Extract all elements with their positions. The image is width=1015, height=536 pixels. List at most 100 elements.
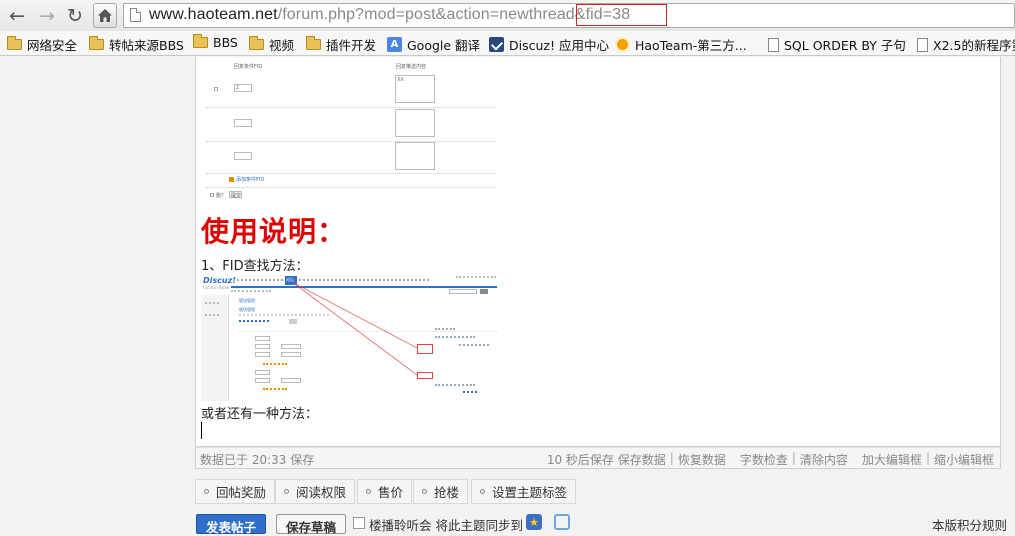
row3-fid-box [234, 152, 252, 160]
discuz-icon [489, 37, 504, 52]
autosave-countdown: 10 秒后保存 [546, 453, 614, 467]
row2-fid-box [234, 119, 252, 127]
set-tags-button[interactable]: 设置主题标签 [471, 479, 577, 504]
price-button[interactable]: 售价 [357, 479, 413, 504]
bookmark-label: BBS [213, 35, 238, 50]
divider [206, 173, 496, 174]
url-host: www.haoteam.net [149, 6, 278, 23]
saved-status: 数据已于 20:33 保存 [200, 453, 315, 467]
col2-header: 回复推送内容 [396, 64, 427, 70]
option-label: 回帖奖励 [216, 485, 267, 500]
bookmark-label: SQL ORDER BY 子句 [784, 38, 906, 53]
bookmark-item[interactable]: X2.5的新程序第 [917, 35, 1015, 54]
submit-mini-button: 提交 [229, 191, 242, 199]
bookmarks-bar: 网络安全 转帖来源BBS BBS 视频 插件开发 A Google 翻译 Disc… [0, 31, 1015, 56]
embedded-screenshot-admin: Discuz! Control Panel 论坛 版块管理 版块管理 [201, 274, 499, 401]
folder-icon [249, 36, 264, 50]
clear-content-link[interactable]: 清除内容 [800, 451, 848, 468]
bookmark-item[interactable]: 视频 [249, 35, 294, 54]
bookmark-item[interactable]: 网络安全 [7, 35, 77, 54]
usage-heading: 使用说明： [201, 215, 347, 248]
bookmark-label: Google 翻译 [407, 38, 481, 53]
bookmark-label: X2.5的新程序第 [933, 38, 1015, 53]
bookmark-item[interactable]: A Google 翻译 [387, 35, 480, 54]
forum-credit-rules-link[interactable]: 本版积分规则 [932, 515, 1007, 534]
shrink-editor-link[interactable]: 缩小编辑框 [934, 451, 994, 468]
home-icon [98, 9, 112, 22]
share-icon[interactable] [554, 514, 570, 530]
bookmark-label: 插件开发 [326, 38, 377, 53]
back-arrow-icon[interactable]: ← [6, 5, 28, 27]
divider [206, 141, 496, 142]
delete-checkbox [210, 193, 214, 197]
bookmark-item[interactable]: BBS [193, 34, 238, 50]
url-text[interactable]: www.haoteam.net/forum.php?mod=post&actio… [149, 6, 630, 24]
bookmark-label: HaoTeam-第三方... [635, 38, 747, 53]
divider [206, 187, 496, 188]
post-editor[interactable]: 回复条件FID 回复推送内容 2 XX 添加条件FID 删? 提交 使用说明： … [195, 57, 1001, 447]
star-icon[interactable]: ★ [526, 514, 542, 530]
enlarge-editor-link[interactable]: 加大编辑框 [862, 451, 922, 468]
row1-textarea: XX [395, 75, 435, 103]
bookmark-item[interactable]: HaoTeam-第三方... [615, 35, 747, 54]
submit-mini-label: 提交 [231, 193, 242, 199]
word-check-link[interactable]: 字数检查 [740, 451, 788, 468]
bookmark-label: Discuz! 应用中心 [509, 38, 609, 53]
footer-link [463, 391, 477, 393]
col1-header: 回复条件FID [234, 64, 263, 70]
sync-checkbox[interactable] [353, 517, 365, 529]
divider [206, 107, 496, 108]
row1-checkbox [214, 87, 218, 91]
add-icon [229, 177, 234, 182]
option-dot-icon [204, 489, 209, 494]
page-icon [768, 37, 779, 52]
row2-textarea [395, 109, 435, 137]
floor-grab-button[interactable]: 抢楼 [413, 479, 469, 504]
bookmark-item[interactable]: 插件开发 [306, 35, 376, 54]
bookmark-item[interactable]: Discuz! 应用中心 [489, 35, 609, 54]
post-thread-button[interactable]: 发表帖子 [196, 514, 266, 535]
folder-icon [306, 36, 321, 50]
step-fid-lookup: 1、FID查找方法： [201, 259, 309, 274]
option-dot-icon [480, 489, 485, 494]
page-icon [917, 37, 928, 52]
text-caret [201, 422, 202, 439]
folder-icon [193, 34, 208, 48]
option-label: 阅读权限 [296, 485, 347, 500]
sync-checkbox-label: 楼播聆听会 将此主题同步到 [369, 518, 523, 533]
save-data-link[interactable]: 保存数据 [618, 451, 666, 468]
browser-toolbar: ← → ↻ www.haoteam.net/forum.php?mod=post… [0, 0, 1015, 31]
folder-icon [7, 36, 22, 50]
haoteam-icon [615, 37, 630, 52]
row3-textarea [395, 142, 435, 170]
option-label: 设置主题标签 [492, 485, 568, 500]
option-label: 售价 [378, 485, 404, 500]
page-content: 回复条件FID 回复推送内容 2 XX 添加条件FID 删? 提交 使用说明： … [0, 57, 1015, 535]
bookmark-item[interactable]: SQL ORDER BY 子句 [768, 35, 906, 54]
row1-textarea-value: XX [397, 77, 404, 83]
bookmark-label: 视频 [269, 38, 295, 53]
bookmark-label: 网络安全 [27, 38, 78, 53]
bookmark-label: 转帖来源BBS [109, 38, 184, 53]
bookmark-item[interactable]: 转帖来源BBS [89, 35, 184, 54]
row1-fid-value: 2 [236, 85, 240, 91]
fid-pointer-arrows [291, 281, 418, 376]
home-button[interactable] [93, 3, 117, 28]
save-draft-button[interactable]: 保存草稿 [276, 514, 346, 535]
add-condition-link: 添加条件FID [236, 177, 265, 183]
reload-icon[interactable]: ↻ [64, 5, 86, 27]
option-dot-icon [366, 489, 371, 494]
option-label: 抢楼 [434, 485, 460, 500]
forward-arrow-icon[interactable]: → [36, 5, 58, 27]
restore-data-link[interactable]: 恢复数据 [678, 451, 726, 468]
page-icon [130, 8, 141, 22]
read-permission-button[interactable]: 阅读权限 [275, 479, 356, 504]
editor-status-bar: 数据已于 20:33 保存 10 秒后保存 保存数据 | 恢复数据 字数检查 | 清… [195, 447, 1001, 469]
option-dot-icon [284, 489, 289, 494]
address-bar[interactable]: www.haoteam.net/forum.php?mod=post&actio… [123, 3, 1015, 28]
reply-reward-button[interactable]: 回帖奖励 [195, 479, 276, 504]
editor-actions: 10 秒后保存 保存数据 | 恢复数据 字数检查 | 清除内容 加大编辑框 | 缩小编… [546, 451, 994, 468]
embedded-screenshot-form: 回复条件FID 回复推送内容 2 XX 添加条件FID 删? 提交 [201, 57, 501, 205]
delete-label: 删? [216, 193, 224, 199]
option-dot-icon [422, 489, 427, 494]
